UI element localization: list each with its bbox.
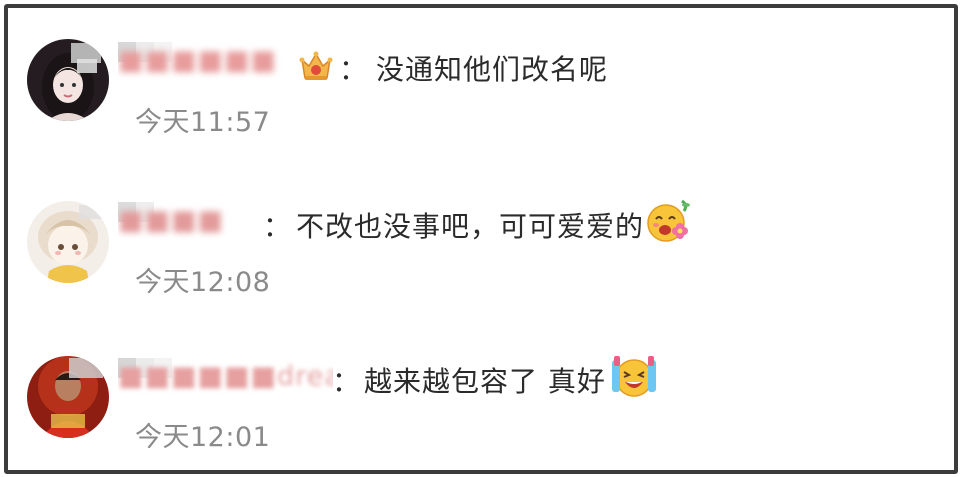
comment-panel: ■■■■■■ ： 没通知他们改名呢 今天11:57 ■■■■ ： 不改也没事吧，… — [4, 4, 958, 474]
separator: ： — [263, 210, 292, 243]
separator: ： — [339, 53, 368, 86]
flower-blushing-face-emoji-icon — [644, 197, 692, 249]
avatar[interactable] — [27, 201, 109, 283]
avatar[interactable] — [27, 39, 109, 121]
comment-item: ■■■■ ： 不改也没事吧，可可爱爱的 今天12:08 — [8, 163, 948, 298]
username-redacted[interactable]: ■■■■ — [118, 202, 268, 242]
timestamp: 今天12:08 — [135, 267, 271, 298]
username: ■■■■ — [118, 205, 225, 236]
username: ■■■■■■dream — [118, 361, 333, 392]
username-redacted[interactable]: ■■■■■■ — [118, 42, 288, 82]
crying-laughing-face-emoji-icon — [610, 352, 658, 404]
comment-text: 越来越包容了 真好 — [364, 365, 606, 398]
crown-badge-icon — [298, 48, 334, 88]
avatar[interactable] — [27, 356, 109, 438]
comment-item: ■■■■■■dream ： 越来越包容了 真好 今天12:01 — [8, 318, 948, 453]
username-redacted[interactable]: ■■■■■■dream — [118, 358, 333, 398]
username: ■■■■■■ — [118, 45, 278, 76]
comment-text: 不改也没事吧，可可爱爱的 — [296, 210, 645, 243]
comment-item: ■■■■■■ ： 没通知他们改名呢 今天11:57 — [8, 8, 948, 138]
timestamp: 今天12:01 — [135, 422, 271, 453]
timestamp: 今天11:57 — [135, 107, 271, 138]
comment-text: 没通知他们改名呢 — [376, 53, 609, 86]
separator: ： — [332, 365, 361, 398]
